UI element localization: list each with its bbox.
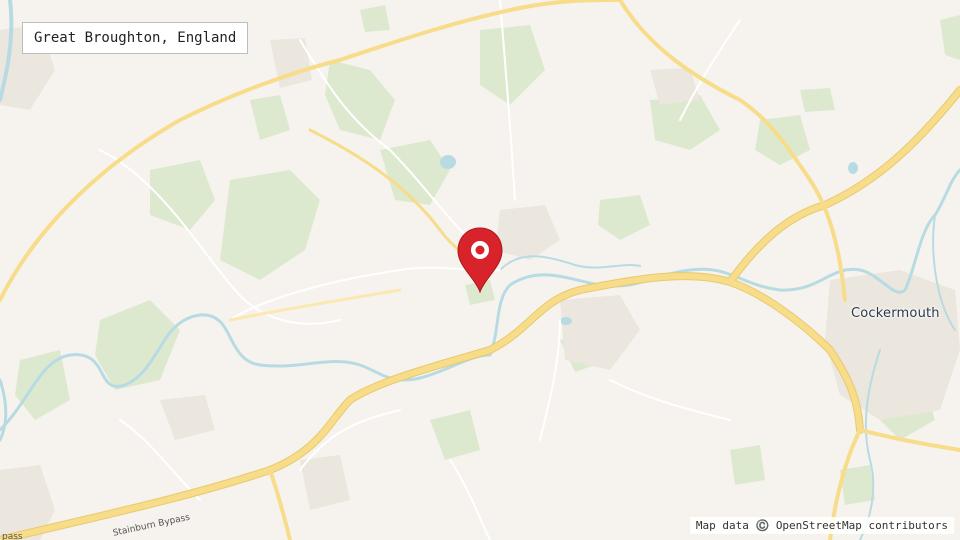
- map-canvas[interactable]: Stainburn Bypass pass Cockermouth Great …: [0, 0, 960, 540]
- map-attribution[interactable]: Map data ©️ OpenStreetMap contributors: [689, 517, 954, 534]
- map-pin-icon[interactable]: [456, 226, 504, 294]
- town-label-cockermouth: Cockermouth: [851, 306, 940, 321]
- location-label: Great Broughton, England: [22, 22, 249, 54]
- road-label-edge: pass: [2, 532, 23, 540]
